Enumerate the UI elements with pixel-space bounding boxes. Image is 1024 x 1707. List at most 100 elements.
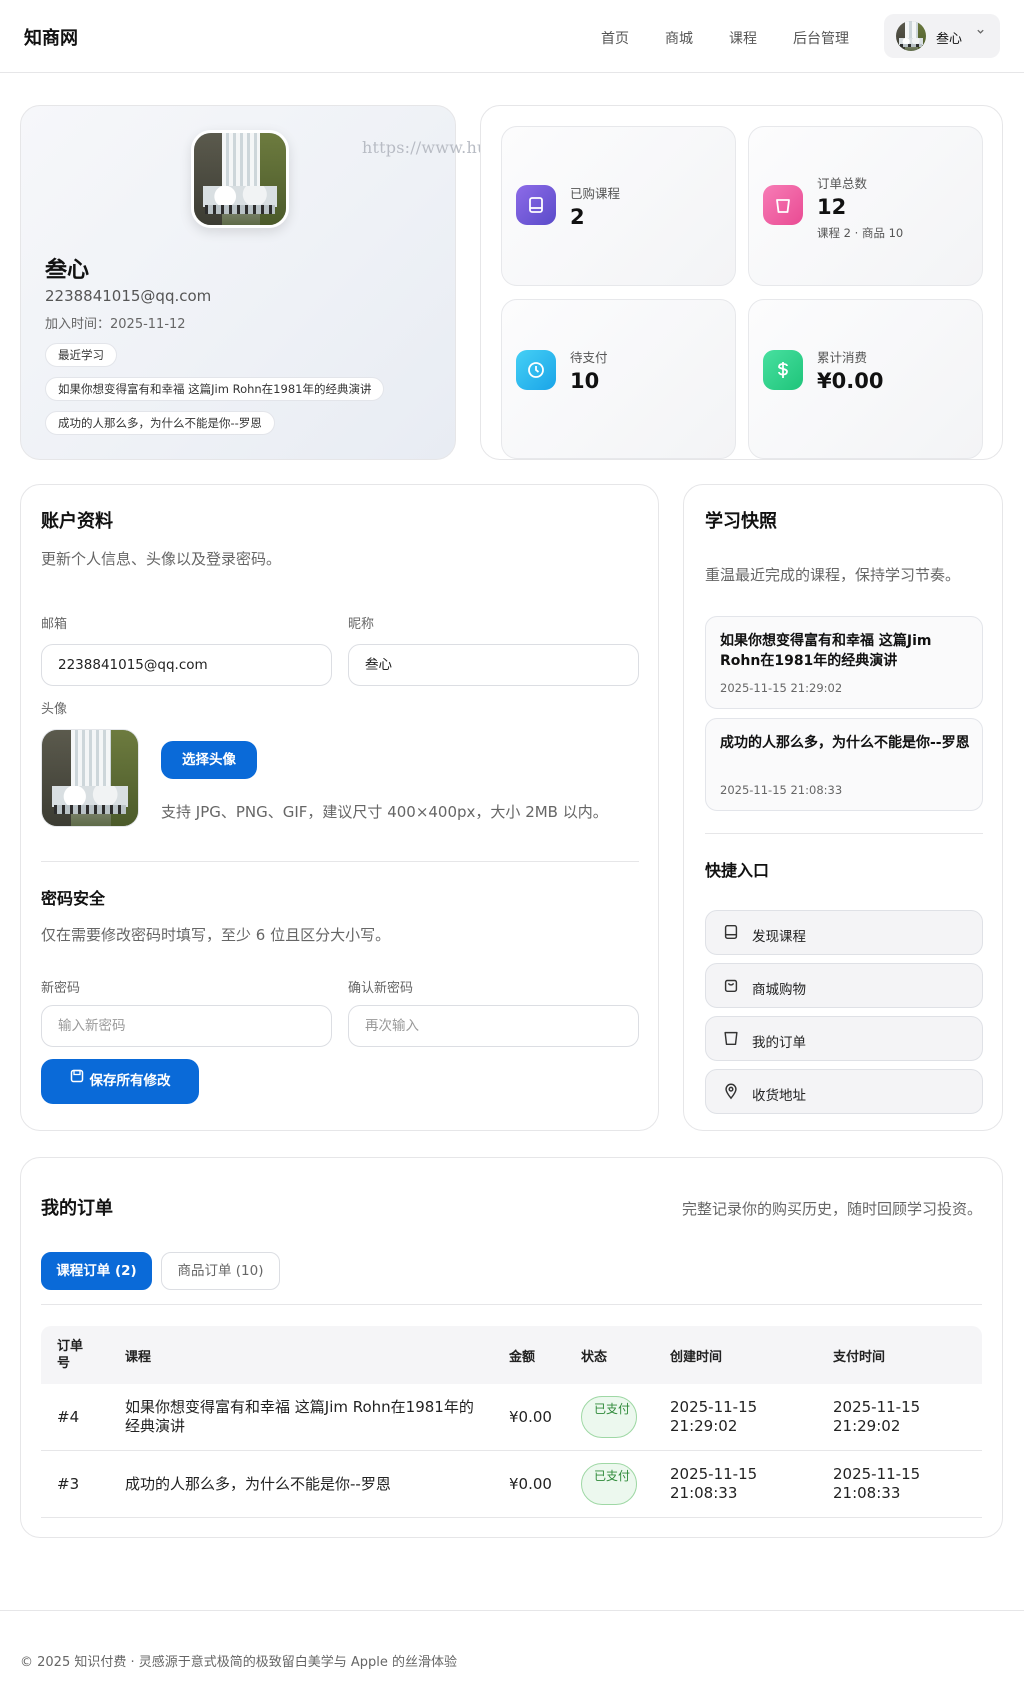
- footer-text: © 2025 知识付费 · 灵感源于意式极简的极致留白美学与 Apple 的丝滑…: [20, 1655, 458, 1670]
- avatar-preview: [41, 729, 139, 827]
- avatar-label: 头像: [41, 702, 68, 717]
- recent-course-tag[interactable]: 成功的人那么多，为什么不能是你--罗恩: [45, 411, 275, 435]
- map-pin-icon: [722, 1082, 742, 1102]
- quick-link-label: 发现课程: [752, 929, 806, 945]
- account-settings-card: 账户资料 更新个人信息、头像以及登录密码。 邮箱 2238841015@qq.c…: [20, 484, 659, 1131]
- section-title: 我的订单: [41, 1198, 113, 1219]
- dollar-icon: [763, 350, 803, 390]
- user-name: 叁心: [936, 32, 963, 47]
- stat-total-orders: 订单总数 12 课程 2 · 商品 10: [748, 126, 983, 286]
- column-header: 金额: [509, 1350, 536, 1365]
- basket-icon: [722, 1029, 742, 1049]
- recent-course-item[interactable]: 成功的人那么多，为什么不能是你--罗恩 2025-11-15 21:08:33: [705, 718, 983, 811]
- nav-home[interactable]: 首页: [601, 28, 629, 48]
- order-created-time: 2025-11-15 21:29:02: [670, 1398, 758, 1435]
- quick-link-orders[interactable]: 我的订单: [705, 1016, 983, 1061]
- divider: [705, 833, 983, 834]
- stat-pending-payment: 待支付 10: [501, 299, 736, 459]
- shopping-bag-icon: [722, 976, 742, 996]
- nav-shop[interactable]: 商城: [665, 28, 693, 48]
- avatar: [896, 21, 926, 51]
- table-row[interactable]: #3 成功的人那么多，为什么不能是你--罗恩 ¥0.00 已支付 2025-11…: [41, 1451, 982, 1518]
- order-id: #4: [57, 1408, 80, 1426]
- save-button[interactable]: 保存所有修改: [41, 1059, 199, 1104]
- choose-avatar-button[interactable]: 选择头像: [161, 741, 257, 779]
- tab-product-orders[interactable]: 商品订单 (10): [161, 1252, 280, 1290]
- nav-courses[interactable]: 课程: [729, 28, 757, 48]
- section-description: 更新个人信息、头像以及登录密码。: [41, 550, 282, 568]
- quick-link-label: 收货地址: [752, 1088, 806, 1104]
- order-id: #3: [57, 1475, 80, 1493]
- profile-joined-date: 加入时间：2025-11-12: [45, 317, 186, 332]
- tab-course-orders[interactable]: 课程订单 (2): [41, 1252, 152, 1290]
- stat-label: 待支付: [570, 350, 608, 365]
- stat-value: 12: [817, 195, 847, 219]
- confirm-password-input[interactable]: 再次输入: [348, 1005, 639, 1047]
- order-paid-time: 2025-11-15 21:08:33: [833, 1465, 921, 1502]
- order-amount: ¥0.00: [509, 1408, 552, 1426]
- profile-card: 叁心 2238841015@qq.com 加入时间：2025-11-12 最近学…: [20, 105, 456, 460]
- quick-links-title: 快捷入口: [705, 861, 770, 880]
- order-paid-time: 2025-11-15 21:29:02: [833, 1398, 921, 1435]
- save-icon: [70, 1057, 84, 1102]
- recent-course-tag[interactable]: 如果你想变得富有和幸福 这篇Jim Rohn在1981年的经典演讲: [45, 377, 385, 401]
- profile-name: 叁心: [45, 258, 90, 283]
- order-course: 成功的人那么多，为什么不能是你--罗恩: [125, 1475, 391, 1493]
- save-button-label: 保存所有修改: [89, 1073, 171, 1089]
- confirm-password-label: 确认新密码: [348, 981, 414, 996]
- password-section-title: 密码安全: [41, 889, 106, 908]
- section-description: 完整记录你的购买历史，随时回顾学习投资。: [681, 1200, 982, 1218]
- password-description: 仅在需要修改密码时填写，至少 6 位且区分大小写。: [41, 926, 391, 944]
- column-header: 状态: [581, 1350, 608, 1365]
- email-field[interactable]: 2238841015@qq.com: [41, 644, 332, 686]
- recent-course-item[interactable]: 如果你想变得富有和幸福 这篇Jim Rohn在1981年的经典演讲 2025-1…: [705, 616, 983, 709]
- section-description: 重温最近完成的课程，保持学习节奏。: [705, 566, 961, 584]
- recent-course-title: 如果你想变得富有和幸福 这篇Jim Rohn在1981年的经典演讲: [720, 633, 932, 669]
- stat-value: 2: [570, 205, 585, 229]
- status-badge: 已支付: [581, 1396, 637, 1438]
- stats-card: 已购课程 2 订单总数 12 课程 2 · 商品 10 待支付 10 累计消费 …: [480, 105, 1003, 460]
- stat-value: ¥0.00: [817, 369, 884, 393]
- profile-avatar: [191, 130, 289, 228]
- quick-link-shop[interactable]: 商城购物: [705, 963, 983, 1008]
- status-badge: 已支付: [581, 1463, 637, 1505]
- top-header: 知商网 首页 商城 课程 后台管理 叁心: [0, 0, 1024, 73]
- order-created-time: 2025-11-15 21:08:33: [670, 1465, 758, 1502]
- divider: [41, 861, 639, 862]
- table-header: 订单号 课程 金额 状态 创建时间 支付时间: [41, 1326, 982, 1384]
- my-orders-card: 我的订单 完整记录你的购买历史，随时回顾学习投资。 课程订单 (2) 商品订单 …: [20, 1157, 1003, 1538]
- book-icon: [722, 923, 742, 943]
- quick-link-label: 我的订单: [752, 1035, 806, 1051]
- stat-value: 10: [570, 369, 600, 393]
- recent-course-time: 2025-11-15 21:08:33: [720, 783, 843, 797]
- clock-icon: [516, 350, 556, 390]
- column-header: 创建时间: [670, 1350, 723, 1365]
- new-password-input[interactable]: 输入新密码: [41, 1005, 332, 1047]
- section-title: 学习快照: [705, 511, 777, 532]
- basket-icon: [763, 185, 803, 225]
- section-title: 账户资料: [41, 511, 113, 532]
- divider: [41, 1304, 982, 1305]
- nav-admin[interactable]: 后台管理: [793, 28, 849, 48]
- profile-email: 2238841015@qq.com: [45, 287, 212, 305]
- quick-link-label: 商城购物: [752, 982, 806, 998]
- table-row[interactable]: #4 如果你想变得富有和幸福 这篇Jim Rohn在1981年的经典演讲 ¥0.…: [41, 1384, 982, 1451]
- nickname-field[interactable]: 叁心: [348, 644, 639, 686]
- learning-snapshot-card: 学习快照 重温最近完成的课程，保持学习节奏。 如果你想变得富有和幸福 这篇Jim…: [683, 484, 1003, 1131]
- stat-label: 订单总数: [817, 176, 868, 191]
- recent-learning-tag: 最近学习: [45, 343, 117, 367]
- site-logo[interactable]: 知商网: [24, 24, 78, 50]
- new-password-label: 新密码: [41, 981, 81, 996]
- recent-course-time: 2025-11-15 21:29:02: [720, 681, 843, 695]
- footer-divider: [0, 1610, 1024, 1611]
- user-menu-button[interactable]: 叁心: [884, 14, 1000, 58]
- recent-course-title: 成功的人那么多，为什么不能是你--罗恩: [720, 735, 970, 751]
- email-label: 邮箱: [41, 617, 68, 632]
- quick-link-address[interactable]: 收货地址: [705, 1069, 983, 1114]
- stat-purchased-courses: 已购课程 2: [501, 126, 736, 286]
- stat-sub: 课程 2 · 商品 10: [817, 226, 904, 240]
- nickname-label: 昵称: [348, 617, 375, 632]
- column-header: 订单号: [57, 1339, 84, 1371]
- quick-link-courses[interactable]: 发现课程: [705, 910, 983, 955]
- column-header: 课程: [125, 1350, 152, 1365]
